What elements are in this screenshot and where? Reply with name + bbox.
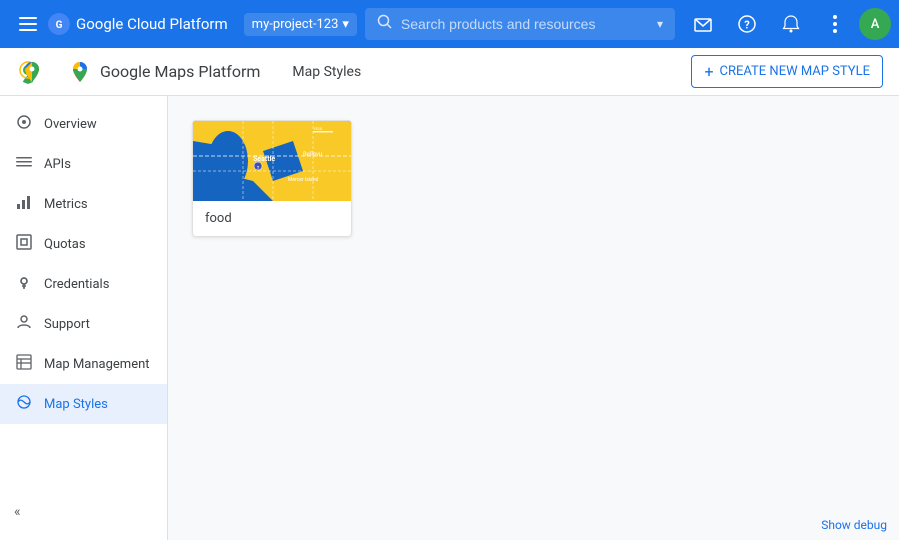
map-thumbnail-svg: Seattle Bellevu Mercer Island 5 1520 — [193, 121, 352, 201]
sidebar-item-map-styles[interactable]: Map Styles — [0, 384, 167, 424]
maps-logo-icon — [20, 60, 44, 84]
map-thumbnail: Seattle Bellevu Mercer Island 5 1520 — [193, 121, 352, 201]
show-debug-button[interactable]: Show debug — [821, 518, 887, 532]
create-btn-label: CREATE NEW MAP STYLE — [720, 64, 870, 79]
project-dropdown-icon: ▾ — [342, 17, 349, 32]
bottom-bar: Show debug — [809, 510, 899, 540]
sidebar-label-metrics: Metrics — [44, 197, 88, 212]
search-bar[interactable]: ▾ — [365, 8, 675, 40]
sidebar-label-map-management: Map Management — [44, 357, 150, 372]
svg-text:Mercer Island: Mercer Island — [288, 177, 319, 183]
svg-text:G: G — [56, 20, 63, 31]
sidebar-label-overview: Overview — [44, 117, 97, 132]
sidebar-label-support: Support — [44, 317, 90, 332]
sidebar: Overview APIs Metrics Quotas Credentials Supp… — [0, 96, 168, 540]
sidebar-item-map-management[interactable]: Map Management — [0, 344, 167, 384]
sidebar-item-quotas[interactable]: Quotas — [0, 224, 167, 264]
create-icon: + — [704, 62, 713, 81]
sidebar-label-apis: APIs — [44, 157, 71, 172]
notifications-icon-button[interactable] — [771, 4, 811, 44]
email-icon-button[interactable] — [683, 4, 723, 44]
top-header: G Google Cloud Platform my-project-123 ▾… — [0, 0, 899, 48]
sub-header-nav: Map Styles — [284, 60, 691, 84]
hamburger-menu-icon[interactable] — [8, 4, 48, 44]
support-icon — [16, 314, 32, 334]
sidebar-item-support[interactable]: Support — [0, 304, 167, 344]
more-options-icon-button[interactable] — [815, 4, 855, 44]
header-title: Google Cloud Platform — [76, 15, 228, 33]
header-logo: G Google Cloud Platform — [48, 13, 228, 35]
sidebar-item-metrics[interactable]: Metrics — [0, 184, 167, 224]
map-style-card[interactable]: Seattle Bellevu Mercer Island 5 1520 foo… — [192, 120, 352, 237]
create-new-map-style-button[interactable]: + CREATE NEW MAP STYLE — [691, 55, 883, 88]
nav-map-styles[interactable]: Map Styles — [284, 60, 369, 84]
avatar[interactable]: A — [859, 8, 891, 40]
project-selector[interactable]: my-project-123 ▾ — [244, 13, 357, 36]
svg-text:1520: 1520 — [313, 126, 323, 131]
apis-icon — [16, 154, 32, 174]
svg-text:?: ? — [744, 19, 750, 32]
quotas-icon — [16, 234, 32, 254]
map-styles-icon — [16, 394, 32, 414]
google-maps-icon — [68, 60, 92, 84]
svg-text:Bellevu: Bellevu — [303, 151, 322, 158]
header-actions: ? A — [683, 4, 891, 44]
sub-header: Google Maps Platform Map Styles + CREATE… — [0, 48, 899, 96]
map-management-icon — [16, 354, 32, 374]
main-layout: Overview APIs Metrics Quotas Credentials Supp… — [0, 96, 899, 540]
sidebar-item-overview[interactable]: Overview — [0, 104, 167, 144]
sidebar-label-credentials: Credentials — [44, 277, 109, 292]
search-dropdown-icon: ▾ — [657, 17, 663, 31]
content-area: Seattle Bellevu Mercer Island 5 1520 foo… — [168, 96, 899, 540]
metrics-icon — [16, 194, 32, 214]
project-name: my-project-123 — [252, 17, 339, 32]
sidebar-label-quotas: Quotas — [44, 237, 86, 252]
sub-header-title: Google Maps Platform — [100, 62, 260, 81]
map-style-label: food — [193, 201, 351, 236]
maps-logo — [16, 60, 44, 84]
sidebar-collapse-button[interactable]: « — [14, 504, 21, 520]
overview-icon — [16, 114, 32, 134]
credentials-icon — [16, 274, 32, 294]
search-icon — [377, 14, 393, 34]
sidebar-label-map-styles: Map Styles — [44, 397, 108, 412]
search-input[interactable] — [401, 16, 657, 32]
sidebar-item-credentials[interactable]: Credentials — [0, 264, 167, 304]
help-icon-button[interactable]: ? — [727, 4, 767, 44]
sidebar-item-apis[interactable]: APIs — [0, 144, 167, 184]
svg-text:Seattle: Seattle — [253, 155, 275, 163]
